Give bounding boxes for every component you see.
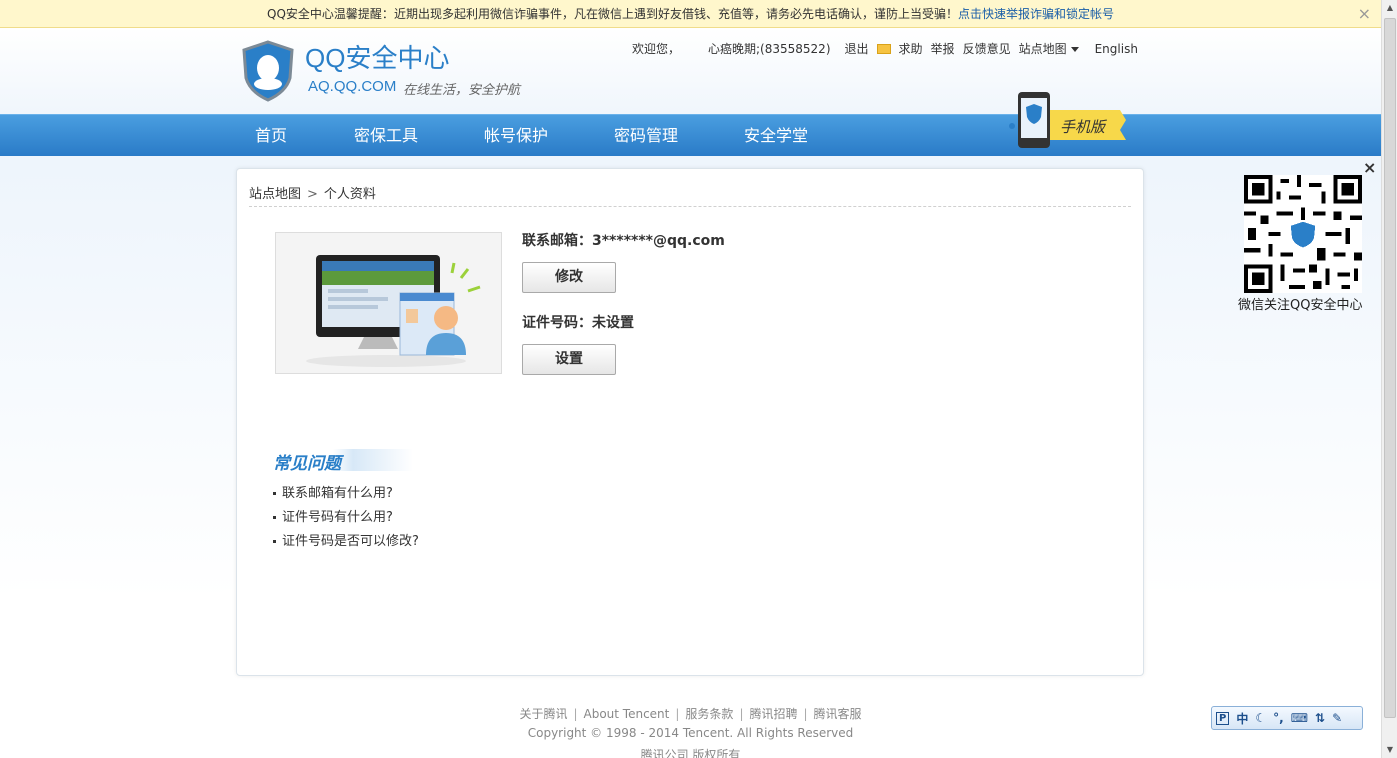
- breadcrumb-current: 个人资料: [323, 187, 376, 202]
- top-links: 欢迎您， 心癌晚期;(83558522) 退出 求助 举报 反馈意见 站点地图 …: [632, 40, 1146, 57]
- main-nav: 首页 密保工具 帐号保护 密码管理 安全学堂: [0, 114, 1381, 156]
- english-link[interactable]: English: [1095, 42, 1138, 56]
- ime-keyboard-icon[interactable]: ⌨: [1291, 711, 1308, 725]
- notice-close-icon[interactable]: ×: [1358, 0, 1371, 28]
- ime-logo-icon[interactable]: P: [1216, 711, 1230, 725]
- scroll-up-arrow-icon[interactable]: ▲: [1382, 0, 1397, 16]
- faq-item-email[interactable]: 联系邮箱有什么用?: [273, 482, 393, 501]
- ime-toolbox-icon[interactable]: ⇅: [1315, 711, 1325, 725]
- mobile-version-badge[interactable]: 手机版: [1002, 90, 1126, 150]
- qr-caption: 微信关注QQ安全中心: [1238, 298, 1363, 313]
- breadcrumb: 站点地图 > 个人资料: [249, 183, 1131, 207]
- computer-user-illustration-icon: [306, 255, 481, 367]
- vertical-scrollbar[interactable]: ▲ ▼: [1381, 0, 1397, 758]
- sitemap-label: 站点地图: [1018, 42, 1067, 56]
- caret-down-icon: [1070, 47, 1079, 52]
- mobile-version-label: 手机版: [1060, 118, 1106, 136]
- nav-item-password-management[interactable]: 密码管理: [614, 115, 678, 157]
- faq-item-id-modify[interactable]: 证件号码是否可以修改?: [273, 530, 419, 549]
- logout-link[interactable]: 退出: [845, 40, 869, 57]
- ime-punctuation-icon[interactable]: °,: [1273, 711, 1284, 725]
- help-link[interactable]: 求助: [899, 40, 923, 57]
- qr-close-icon[interactable]: ×: [1363, 158, 1376, 177]
- scroll-down-arrow-icon[interactable]: ▼: [1382, 742, 1397, 758]
- footer-about-tencent-cn[interactable]: 关于腾讯: [519, 707, 567, 721]
- company-notice: 腾讯公司 版权所有: [640, 748, 741, 758]
- scrollbar-thumb[interactable]: [1384, 18, 1396, 718]
- footer-about-tencent-en[interactable]: About Tencent: [584, 707, 670, 721]
- footer-divider: |: [675, 707, 680, 721]
- contact-email-label: 联系邮箱：3*******@qq.com: [522, 233, 725, 249]
- bullet-icon: [273, 492, 276, 495]
- brand-domain: AQ.QQ.COM: [308, 78, 397, 95]
- notice-prefix: QQ安全中心温馨提醒：: [267, 7, 394, 21]
- feedback-link[interactable]: 反馈意见: [963, 40, 1011, 57]
- ime-mode-toggle[interactable]: 中: [1236, 710, 1248, 727]
- id-number-label: 证件号码：未设置: [522, 315, 634, 331]
- brand-title[interactable]: QQ安全中心: [305, 38, 449, 75]
- wechat-qr-code-icon: [1244, 175, 1362, 293]
- breadcrumb-separator: >: [307, 187, 318, 202]
- nav-item-security-tools[interactable]: 密保工具: [354, 115, 418, 157]
- copyright: Copyright © 1998 - 2014 Tencent. All Rig…: [527, 726, 854, 740]
- footer-terms[interactable]: 服务条款: [685, 707, 733, 721]
- footer-support[interactable]: 腾讯客服: [814, 707, 862, 721]
- main-panel: 站点地图 > 个人资料 联系邮箱：3*******@qq.com 修改 证件号码：未…: [236, 168, 1144, 676]
- report-fraud-link[interactable]: 点击快速举报诈骗和锁定帐号: [958, 7, 1114, 21]
- footer-divider: |: [739, 707, 744, 721]
- header: QQ安全中心 AQ.QQ.COM 在线生活，安全护航 欢迎您， 心癌晚期;(83…: [0, 28, 1381, 114]
- ime-toolbar[interactable]: P 中 ☾ °, ⌨ ⇅ ✎: [1211, 706, 1363, 730]
- notice-bar: QQ安全中心温馨提醒：近期出现多起利用微信诈骗事件，凡在微信上遇到好友借钱、充值…: [0, 0, 1381, 28]
- qq-shield-logo-icon[interactable]: [240, 40, 296, 102]
- faq-item-label: 证件号码有什么用?: [282, 510, 393, 525]
- footer-links: 关于腾讯 | About Tencent | 服务条款 | 腾讯招聘 | 腾讯客服: [0, 705, 1381, 722]
- nav-item-home[interactable]: 首页: [255, 115, 287, 157]
- breadcrumb-sitemap[interactable]: 站点地图: [249, 187, 301, 202]
- bullet-icon: [273, 516, 276, 519]
- set-id-number-button[interactable]: 设置: [522, 344, 616, 375]
- footer-divider: |: [573, 707, 578, 721]
- faq-item-label: 联系邮箱有什么用?: [282, 486, 393, 501]
- faq-title: 常见问题: [273, 449, 413, 474]
- ime-settings-icon[interactable]: ✎: [1332, 711, 1342, 725]
- footer-divider: |: [803, 707, 808, 721]
- modify-email-button[interactable]: 修改: [522, 262, 616, 293]
- sitemap-menu[interactable]: 站点地图: [1019, 40, 1087, 57]
- notice-text: 近期出现多起利用微信诈骗事件，凡在微信上遇到好友借钱、充值等，请务必先电话确认，…: [393, 7, 958, 21]
- faq-item-id-usage[interactable]: 证件号码有什么用?: [273, 506, 393, 525]
- report-link[interactable]: 举报: [931, 40, 955, 57]
- user-name: 心癌晚期;(83558522): [708, 42, 831, 56]
- welcome-text: 欢迎您，: [632, 42, 681, 56]
- brand-slogan: 在线生活，安全护航: [403, 83, 521, 98]
- mail-icon[interactable]: [876, 43, 891, 54]
- faq-item-label: 证件号码是否可以修改?: [282, 534, 419, 549]
- bullet-icon: [273, 540, 276, 543]
- nav-item-security-school[interactable]: 安全学堂: [744, 115, 808, 157]
- nav-item-account-protection[interactable]: 帐号保护: [484, 115, 548, 157]
- footer-careers[interactable]: 腾讯招聘: [749, 707, 797, 721]
- ime-halfwidth-icon[interactable]: ☾: [1255, 711, 1266, 725]
- profile-illustration: [275, 232, 502, 374]
